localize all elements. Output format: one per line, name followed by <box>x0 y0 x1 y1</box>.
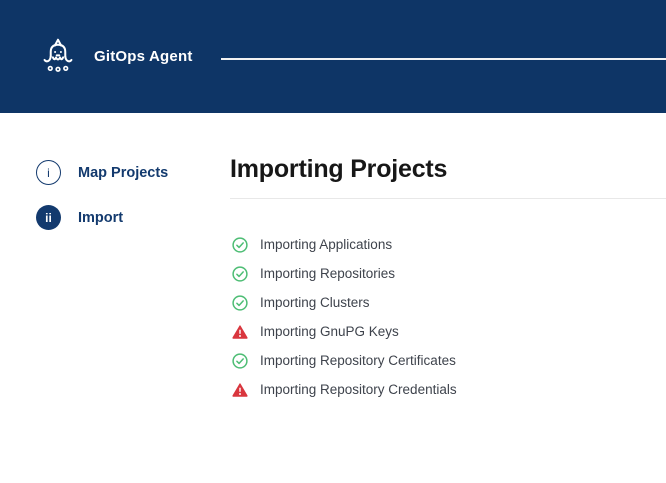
step-one-badge: i <box>36 160 61 185</box>
status-label: Importing Applications <box>260 237 392 252</box>
step-one-label: Map Projects <box>78 165 168 181</box>
import-status-row: Importing GnuPG Keys <box>232 317 666 346</box>
status-label: Importing Repository Certificates <box>260 353 456 368</box>
gitops-agent-window: GitOps Agent i Map Projects ii Import Im… <box>0 0 666 483</box>
import-status-row: Importing Repository Certificates <box>232 346 666 375</box>
status-label: Importing GnuPG Keys <box>260 324 399 339</box>
check-circle-icon <box>232 266 248 282</box>
import-status-list: Importing Applications Importing Reposit… <box>232 230 666 404</box>
status-label: Importing Repositories <box>260 266 395 281</box>
page-body: i Map Projects ii Import Importing Proje… <box>0 113 666 483</box>
wizard-steps-sidebar: i Map Projects ii Import <box>0 113 230 483</box>
import-status-row: Importing Clusters <box>232 288 666 317</box>
step-one-numeral: i <box>47 167 50 179</box>
warning-triangle-icon <box>232 382 248 398</box>
status-label: Importing Repository Credentials <box>260 382 457 397</box>
app-header: GitOps Agent <box>0 0 666 113</box>
check-circle-icon <box>232 237 248 253</box>
step-two-badge: ii <box>36 205 61 230</box>
app-title: GitOps Agent <box>94 48 193 65</box>
import-status-panel: Importing Projects Importing Application… <box>230 113 666 483</box>
status-label: Importing Clusters <box>260 295 370 310</box>
import-status-row: Importing Repositories <box>232 259 666 288</box>
page-title: Importing Projects <box>230 155 666 184</box>
step-two-label: Import <box>78 210 123 226</box>
import-status-row: Importing Applications <box>232 230 666 259</box>
header-divider-line <box>221 58 666 60</box>
step-two-numeral: ii <box>45 212 52 224</box>
check-circle-icon <box>232 353 248 369</box>
wizard-step-map-projects[interactable]: i Map Projects <box>36 160 230 185</box>
argo-octopus-icon <box>38 35 78 79</box>
wizard-step-import[interactable]: ii Import <box>36 205 230 230</box>
title-divider-line <box>230 198 666 199</box>
warning-triangle-icon <box>232 324 248 340</box>
import-status-row: Importing Repository Credentials <box>232 375 666 404</box>
check-circle-icon <box>232 295 248 311</box>
